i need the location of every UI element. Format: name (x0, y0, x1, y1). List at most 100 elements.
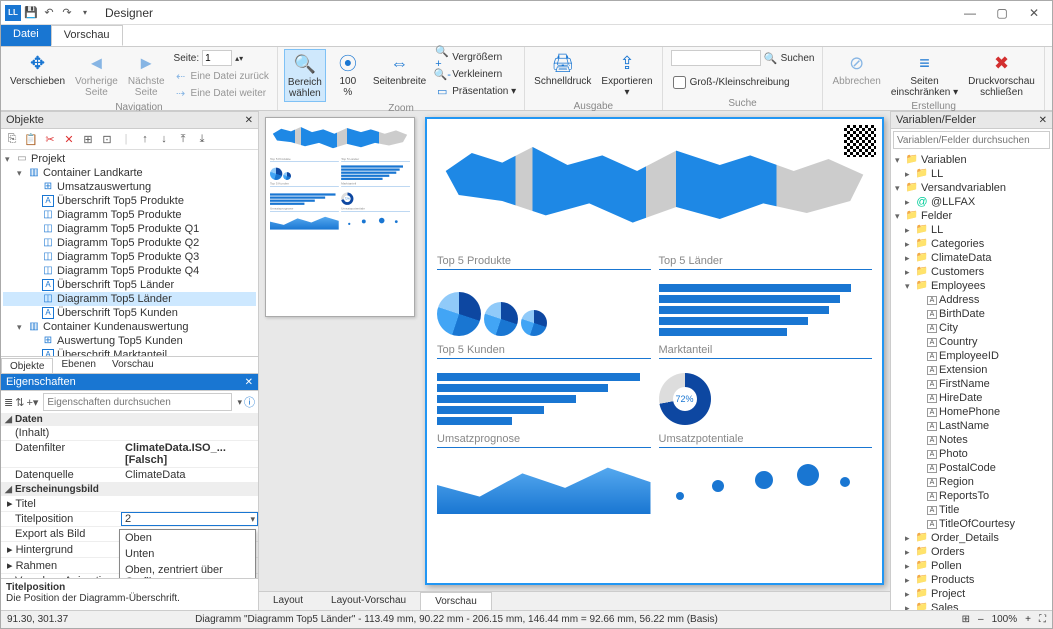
qat-dropdown-icon[interactable]: ▾ (77, 5, 93, 21)
tree-item[interactable]: ▸📁Products (893, 573, 1050, 587)
tree-item[interactable]: ◫Diagramm Top5 Produkte Q1 (3, 222, 256, 236)
tab-objects[interactable]: Objekte (1, 358, 53, 373)
tab-layout[interactable]: Layout (259, 592, 317, 610)
tree-item[interactable]: ◫Diagramm Top5 Produkte Q4 (3, 264, 256, 278)
cancel-button[interactable]: ⊘Abbrechen (829, 49, 883, 89)
back-icon[interactable]: ⤓ (194, 131, 210, 147)
zoom-out-button[interactable]: 🔍-Verkleinern (433, 66, 518, 82)
page-input[interactable] (202, 50, 232, 66)
close-icon[interactable]: ✕ (245, 377, 253, 388)
tree-field[interactable]: AEmployeeID (893, 349, 1050, 363)
tab-preview[interactable]: Vorschau (104, 357, 162, 373)
info-icon[interactable]: ⓘ (244, 394, 255, 410)
prev-page-button[interactable]: ◄Vorherige Seite (72, 49, 121, 100)
paste-icon[interactable]: 📋 (23, 131, 39, 147)
tree-item[interactable]: ▸📁ClimateData (893, 251, 1050, 265)
page-thumbnail[interactable]: Top 5 Produkte Top 5 Länder Top 5 Kunden… (265, 117, 415, 317)
tree-field[interactable]: AReportsTo (893, 489, 1050, 503)
redo-icon[interactable]: ↷ (59, 5, 75, 21)
tree-item[interactable]: ◫Diagramm Top5 Produkte Q3 (3, 250, 256, 264)
status-zoom[interactable]: 100% (992, 614, 1018, 625)
tree-item[interactable]: Überschrift Marktanteil (3, 348, 256, 356)
tree-item[interactable]: Überschrift Top5 Länder (3, 278, 256, 292)
tree-item[interactable]: ◫Diagramm Top5 Produkte Q2 (3, 236, 256, 250)
close-icon[interactable]: ✕ (1039, 115, 1047, 126)
save-icon[interactable]: 💾 (23, 5, 39, 21)
tree-field[interactable]: ABirthDate (893, 307, 1050, 321)
front-icon[interactable]: ⤒ (175, 131, 191, 147)
status-icon[interactable]: ⊞ (962, 614, 970, 625)
tree-item[interactable]: ▸📁Orders (893, 545, 1050, 559)
close-icon[interactable]: ✕ (245, 115, 253, 126)
tree-container-1[interactable]: ▾▥Container Landkarte (3, 166, 256, 180)
tree-item[interactable]: ▸📁Customers (893, 265, 1050, 279)
case-checkbox[interactable]: Groß-/Kleinschreibung (669, 68, 817, 97)
zoom-100-button[interactable]: ⦿100 % (330, 49, 366, 100)
tree-field[interactable]: AAddress (893, 293, 1050, 307)
tree-container-2[interactable]: ▾▥Container Kundenauswertung (3, 320, 256, 334)
page-field[interactable]: Seite:▴▾ (172, 49, 271, 67)
export-button[interactable]: ⇪Exportieren ▾ (598, 49, 655, 100)
delete-icon[interactable]: ✕ (61, 131, 77, 147)
minimize-button[interactable]: — (956, 6, 984, 20)
tree-item[interactable]: ◫Diagramm Top5 Produkte (3, 208, 256, 222)
undo-icon[interactable]: ↶ (41, 5, 57, 21)
quickprint-button[interactable]: 🖨Schnelldruck (531, 49, 594, 89)
tree-item[interactable]: Überschrift Top5 Kunden (3, 306, 256, 320)
properties-search[interactable] (43, 393, 232, 411)
file-tab[interactable]: Datei (1, 25, 51, 46)
tree-item[interactable]: ⊞Auswertung Top5 Kunden (3, 334, 256, 348)
close-preview-button[interactable]: ✖Druckvorschau schließen (965, 49, 1038, 100)
tree-field[interactable]: ANotes (893, 433, 1050, 447)
down-icon[interactable]: ↓ (156, 131, 172, 147)
close-button[interactable]: ✕ (1020, 6, 1048, 20)
tree-variables-root[interactable]: ▾📁Variablen (893, 153, 1050, 167)
tree-fields-root[interactable]: ▾📁Felder (893, 209, 1050, 223)
tree-item[interactable]: ▸📁LL (893, 167, 1050, 181)
tool-a-icon[interactable]: ⊞ (80, 131, 96, 147)
search-field[interactable]: 🔍Suchen (669, 49, 817, 67)
tree-item[interactable]: ▸📁LL (893, 223, 1050, 237)
titleposition-dropdown[interactable]: Oben Unten Oben, zentriert über Grafik U… (119, 529, 256, 578)
tab-preview-mode[interactable]: Vorschau (420, 592, 492, 610)
tree-field[interactable]: AFirstName (893, 377, 1050, 391)
file-back-button[interactable]: ⇠Eine Datei zurück (172, 68, 271, 84)
tree-field[interactable]: AHireDate (893, 391, 1050, 405)
property-grid[interactable]: ◢Daten (Inhalt) DatenfilterClimateData.I… (1, 413, 258, 578)
presentation-button[interactable]: ▭Präsentation ▾ (433, 83, 518, 99)
tree-field[interactable]: APhoto (893, 447, 1050, 461)
maximize-button[interactable]: ▢ (988, 6, 1016, 20)
tree-item[interactable]: ▸📁Pollen (893, 559, 1050, 573)
page-width-button[interactable]: ⇔Seitenbreite (370, 49, 429, 89)
tree-send-vars[interactable]: ▾📁Versandvariablen (893, 181, 1050, 195)
tree-project[interactable]: ▾▭Projekt (3, 152, 256, 166)
variables-tree[interactable]: ▾📁Variablen ▸📁LL ▾📁Versandvariablen ▸@@L… (891, 151, 1052, 610)
cut-icon[interactable]: ✂ (42, 131, 58, 147)
chevron-down-icon[interactable]: ▾ (250, 514, 255, 525)
sort-icon[interactable]: ≣ (4, 396, 13, 409)
tree-item[interactable]: Überschrift Top5 Produkte (3, 194, 256, 208)
tree-employees[interactable]: ▾📁Employees (893, 279, 1050, 293)
dropdown-option[interactable]: Oben, zentriert über Grafik (120, 562, 255, 578)
tree-field[interactable]: ACountry (893, 335, 1050, 349)
copy-icon[interactable]: ⎘ (4, 131, 20, 147)
preview-tab[interactable]: Vorschau (51, 25, 123, 46)
tree-field[interactable]: ACity (893, 321, 1050, 335)
move-button[interactable]: ✥Verschieben (7, 49, 68, 89)
dropdown-option[interactable]: Oben (120, 530, 255, 546)
fit-icon[interactable]: ⛶ (1039, 614, 1046, 625)
tree-item[interactable]: ▸📁Order_Details (893, 531, 1050, 545)
tab-layout-preview[interactable]: Layout-Vorschau (317, 592, 420, 610)
tab-layers[interactable]: Ebenen (53, 357, 103, 373)
tree-item[interactable]: ▸📁Categories (893, 237, 1050, 251)
status-icon[interactable]: – (978, 614, 984, 625)
tree-field[interactable]: APostalCode (893, 461, 1050, 475)
area-select-button[interactable]: 🔍Bereich wählen (284, 49, 326, 102)
az-icon[interactable]: ⇅ (15, 396, 24, 409)
limit-pages-button[interactable]: ≡Seiten einschränken ▾ (888, 49, 961, 100)
dropdown-option[interactable]: Unten (120, 546, 255, 562)
variables-search[interactable] (893, 131, 1050, 149)
tool-b-icon[interactable]: ⊡ (99, 131, 115, 147)
expand-icon[interactable]: +▾ (26, 396, 38, 409)
zoom-in-button[interactable]: 🔍+Vergrößern (433, 49, 518, 65)
